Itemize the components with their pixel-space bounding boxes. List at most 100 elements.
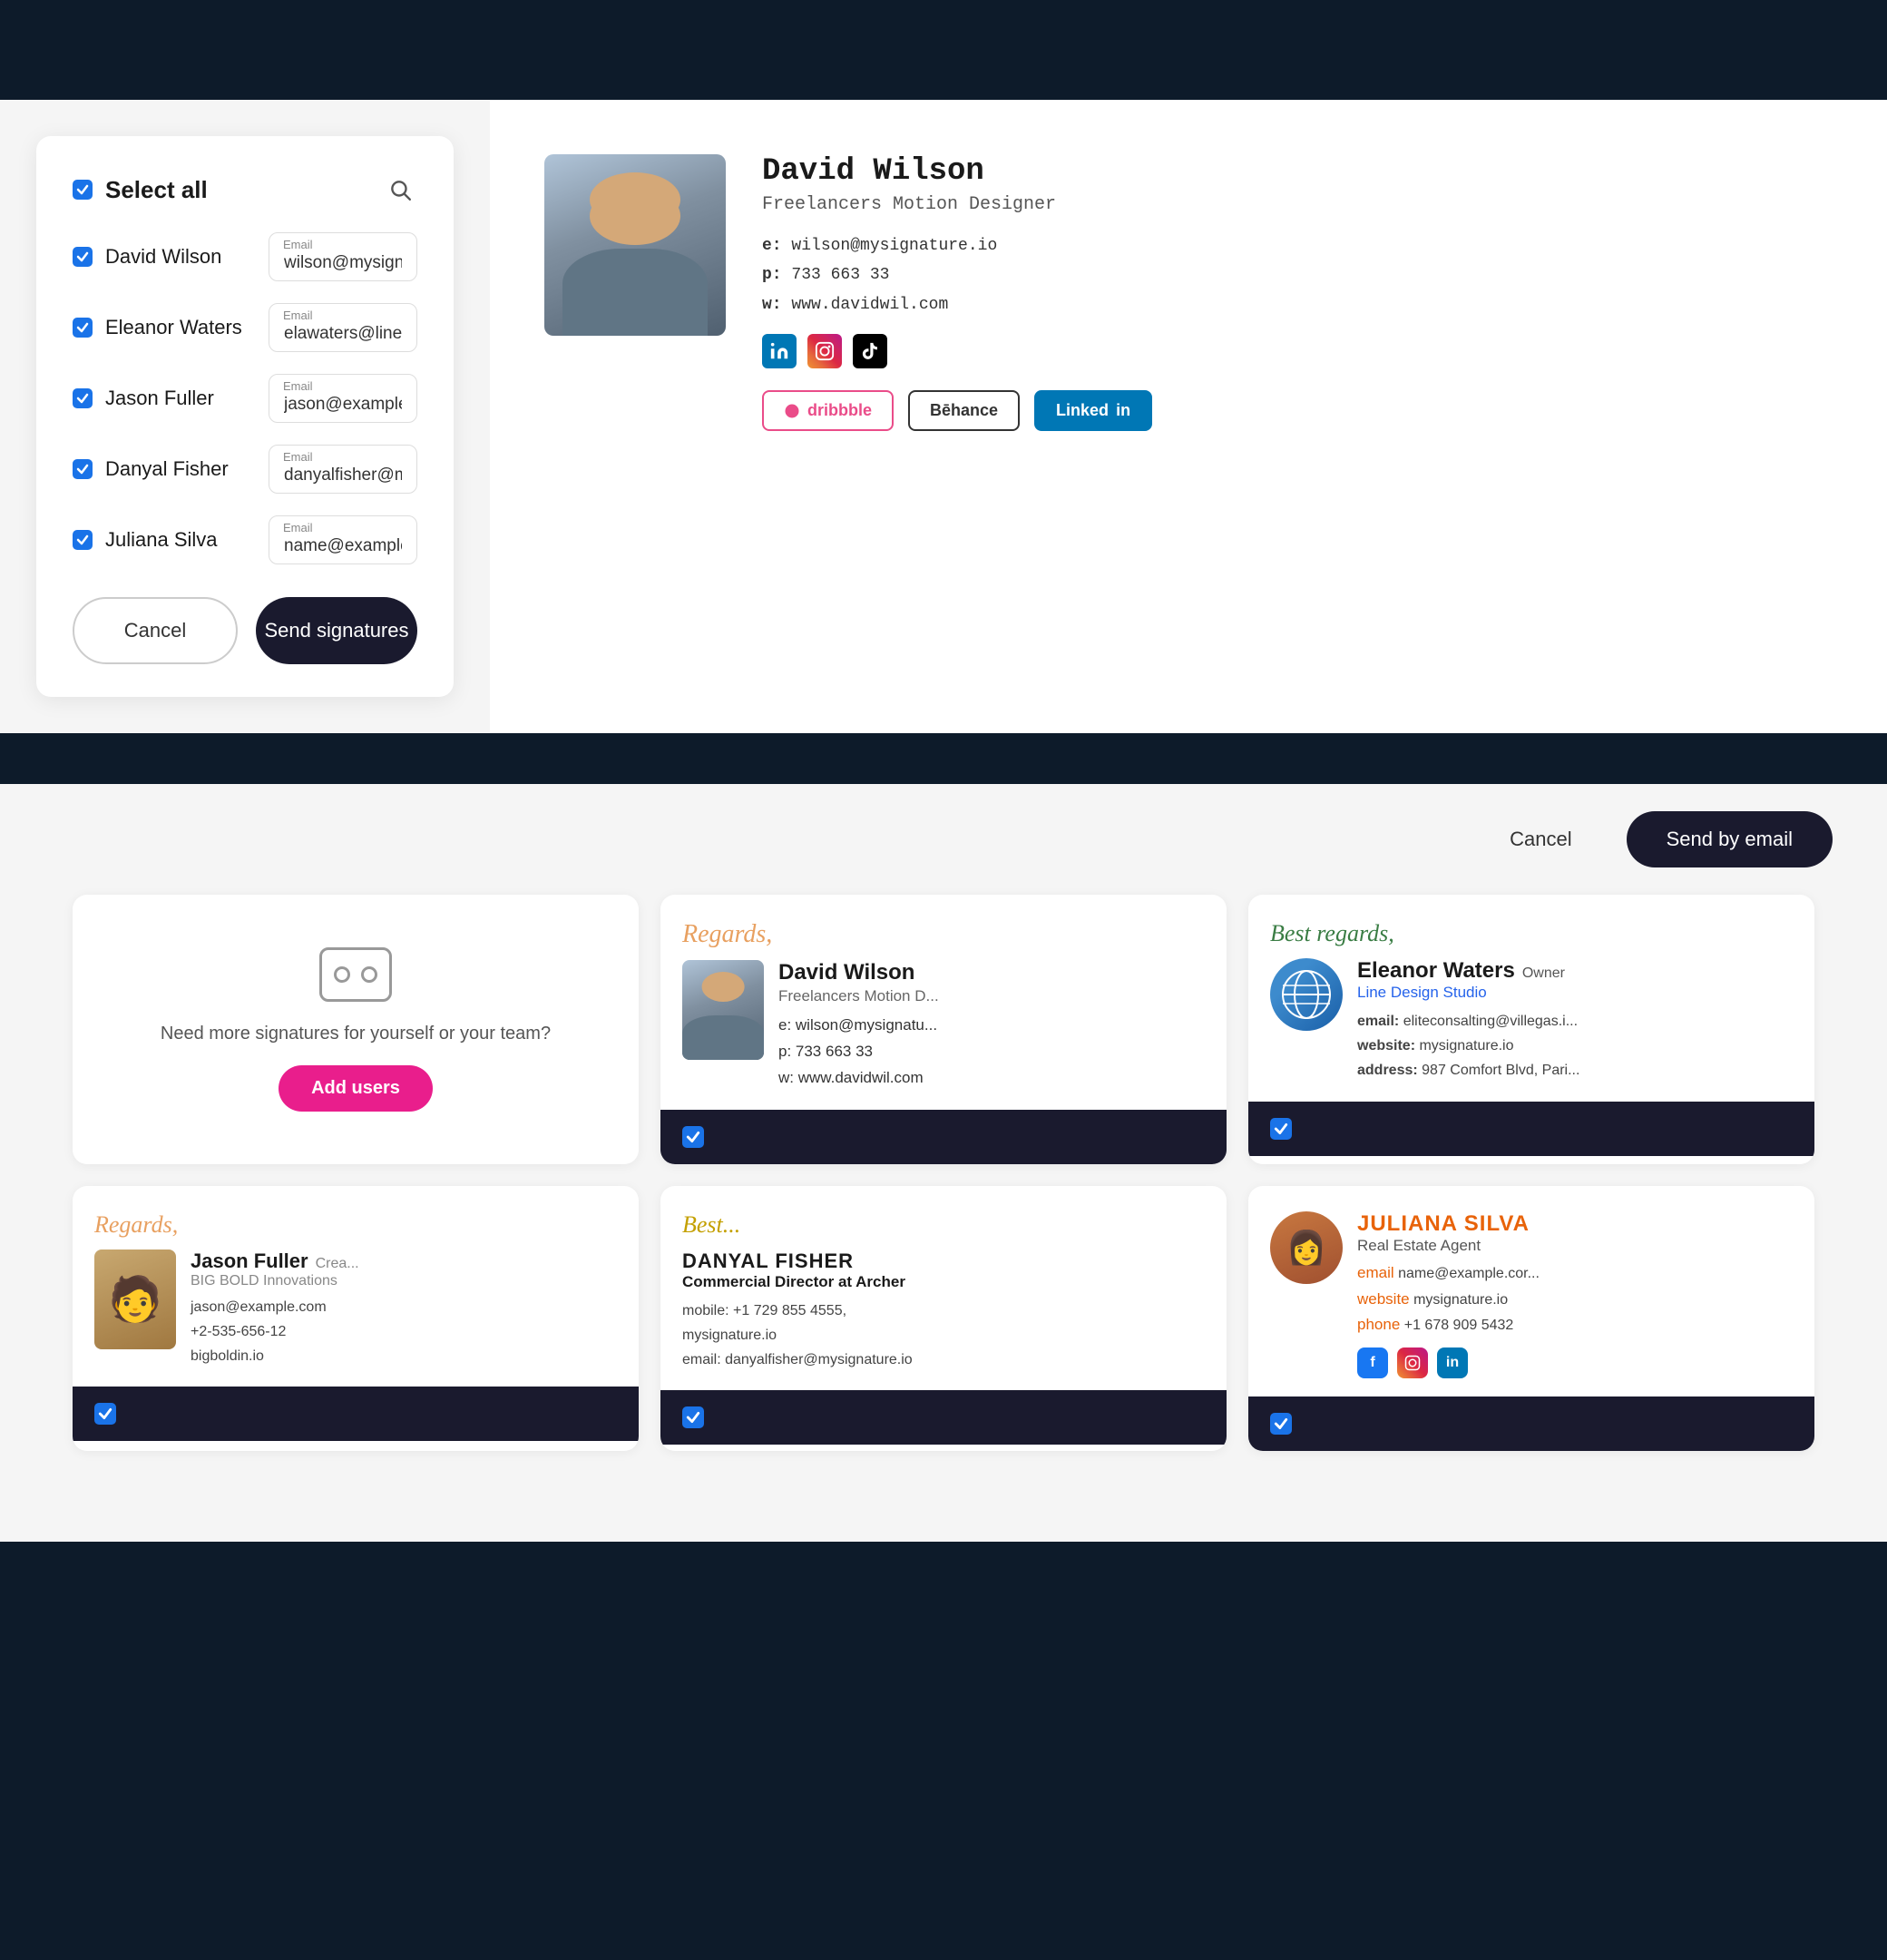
user-row: Jason Fuller Email bbox=[73, 374, 417, 423]
david-email-wrap: Email bbox=[269, 232, 417, 281]
juliana-email-label: Email bbox=[283, 521, 313, 534]
jason-card-name: Jason Fuller bbox=[191, 1250, 308, 1273]
jason-inner: 🧑 Jason Fuller Crea... BIG BOLD Innovati… bbox=[94, 1250, 617, 1369]
danyal-checkbox[interactable] bbox=[73, 459, 93, 479]
juliana-inner: 👩 JULIANA SILVA Real Estate Agent email … bbox=[1270, 1211, 1793, 1379]
user-row: Eleanor Waters Email bbox=[73, 303, 417, 352]
linkedin-icon[interactable] bbox=[762, 334, 797, 368]
user-row: Danyal Fisher Email bbox=[73, 445, 417, 494]
david-email-label: Email bbox=[283, 238, 313, 251]
cancel-email-button[interactable]: Cancel bbox=[1473, 813, 1608, 866]
eleanor-sig-card: Best regards, Elean bbox=[1248, 895, 1814, 1164]
add-users-button[interactable]: Add users bbox=[279, 1065, 433, 1112]
eleanor-card-info: Eleanor Waters Owner Line Design Studio … bbox=[1357, 958, 1579, 1083]
juliana-checkbox[interactable] bbox=[73, 530, 93, 550]
eleanor-regards: Best regards, bbox=[1270, 920, 1793, 947]
juliana-facebook-icon[interactable]: f bbox=[1357, 1348, 1388, 1378]
eleanor-card-checkbox[interactable] bbox=[1270, 1118, 1292, 1140]
david-card-avatar bbox=[682, 960, 764, 1060]
bottom-bar bbox=[0, 1542, 1887, 1651]
cancel-button[interactable]: Cancel bbox=[73, 597, 238, 664]
juliana-instagram-icon[interactable] bbox=[1397, 1348, 1428, 1378]
eleanor-card-body: Best regards, Elean bbox=[1248, 895, 1814, 1102]
sig-phone: 733 663 33 bbox=[791, 266, 889, 284]
danyal-sig-card: Best... DANYAL FISHER Commercial Directo… bbox=[660, 1186, 1227, 1452]
juliana-card-checkbox[interactable] bbox=[1270, 1413, 1292, 1435]
jason-checkbox[interactable] bbox=[73, 388, 93, 408]
select-all-label: Select all bbox=[105, 176, 208, 204]
david-checkbox[interactable] bbox=[73, 247, 93, 267]
juliana-name: Juliana Silva bbox=[105, 528, 269, 552]
juliana-avatar: 👩 bbox=[1270, 1211, 1343, 1284]
instagram-icon[interactable] bbox=[807, 334, 842, 368]
bottom-layout: Cancel Send by email bbox=[0, 784, 1887, 895]
jason-regards: Regards, bbox=[94, 1211, 617, 1239]
david-avatar bbox=[544, 154, 726, 336]
sig-website: www.davidwil.com bbox=[791, 296, 948, 314]
danyal-name: Danyal Fisher bbox=[105, 457, 269, 481]
danyal-email-wrap: Email bbox=[269, 445, 417, 494]
sig-info: David Wilson Freelancers Motion Designer… bbox=[762, 154, 1152, 431]
tiktok-icon[interactable] bbox=[853, 334, 887, 368]
send-by-email-button[interactable]: Send by email bbox=[1627, 811, 1833, 867]
david-card-checkbox[interactable] bbox=[682, 1126, 704, 1148]
danyal-card-title: Commercial Director at Archer bbox=[682, 1273, 1205, 1291]
user-row-left: Eleanor Waters bbox=[73, 316, 269, 339]
cassette-reel-left bbox=[334, 966, 350, 983]
bottom-left-spacer bbox=[0, 784, 490, 895]
user-row-left: Juliana Silva bbox=[73, 528, 269, 552]
sig-cards-grid: Need more signatures for yourself or you… bbox=[36, 895, 1851, 1487]
juliana-social-row: f in bbox=[1357, 1348, 1540, 1378]
divider bbox=[0, 733, 1887, 784]
behance-badge[interactable]: Bēhance bbox=[908, 390, 1020, 431]
user-row: Juliana Silva Email bbox=[73, 515, 417, 564]
select-all-checkbox[interactable] bbox=[73, 180, 93, 200]
cassette-icon bbox=[319, 947, 392, 1002]
search-button[interactable] bbox=[383, 172, 417, 207]
eleanor-card-footer bbox=[1248, 1102, 1814, 1156]
danyal-card-checkbox[interactable] bbox=[682, 1406, 704, 1428]
modal-card: Select all bbox=[36, 136, 454, 697]
add-users-text: Need more signatures for yourself or you… bbox=[161, 1020, 551, 1047]
user-row-left: Jason Fuller bbox=[73, 387, 269, 410]
david-card-name: David Wilson bbox=[778, 960, 939, 985]
jason-card-sub: Crea... bbox=[316, 1256, 359, 1272]
top-bar bbox=[0, 0, 1887, 100]
juliana-card-title: Real Estate Agent bbox=[1357, 1237, 1540, 1255]
send-signatures-button[interactable]: Send signatures bbox=[256, 597, 417, 664]
danyal-card-contact: mobile: +1 729 855 4555, mysignature.io … bbox=[682, 1298, 1205, 1373]
modal-buttons: Cancel Send signatures bbox=[73, 597, 417, 664]
sig-cards-section: Need more signatures for yourself or you… bbox=[0, 895, 1887, 1542]
david-sig-card: Regards, David Wilson Freelancers Motion… bbox=[660, 895, 1227, 1164]
select-all-left: Select all bbox=[73, 176, 208, 204]
left-panel: Select all bbox=[0, 100, 490, 733]
jason-avatar: 🧑 bbox=[94, 1250, 176, 1349]
juliana-card-contact: email name@example.cor... website mysign… bbox=[1357, 1260, 1540, 1339]
jason-card-company: BIG BOLD Innovations bbox=[191, 1273, 359, 1289]
eleanor-card-name: Eleanor Waters bbox=[1357, 958, 1515, 984]
eleanor-name: Eleanor Waters bbox=[105, 316, 269, 339]
danyal-card-name: DANYAL FISHER bbox=[682, 1250, 1205, 1273]
sig-contact: e: wilson@mysignature.io p: 733 663 33 w… bbox=[762, 231, 1152, 319]
juliana-linkedin-icon[interactable]: in bbox=[1437, 1348, 1468, 1378]
eleanor-card-company: Line Design Studio bbox=[1357, 984, 1579, 1002]
eleanor-avatar bbox=[1270, 958, 1343, 1031]
jason-name: Jason Fuller bbox=[105, 387, 269, 410]
signature-preview-panel: David Wilson Freelancers Motion Designer… bbox=[490, 100, 1887, 733]
jason-card-checkbox[interactable] bbox=[94, 1403, 116, 1425]
user-row-left: David Wilson bbox=[73, 245, 269, 269]
signature-preview: David Wilson Freelancers Motion Designer… bbox=[544, 154, 1833, 431]
juliana-card-body: 👩 JULIANA SILVA Real Estate Agent email … bbox=[1248, 1186, 1814, 1397]
platform-badges: dribbble Bēhance Linkedin bbox=[762, 390, 1152, 431]
linkedin-badge[interactable]: Linkedin bbox=[1034, 390, 1152, 431]
jason-card-contact: jason@example.com +2-535-656-12 bigboldi… bbox=[191, 1295, 359, 1369]
cassette-reel-right bbox=[361, 966, 377, 983]
eleanor-checkbox[interactable] bbox=[73, 318, 93, 338]
dribbble-badge[interactable]: dribbble bbox=[762, 390, 894, 431]
eleanor-email-label: Email bbox=[283, 309, 313, 322]
juliana-email-wrap: Email bbox=[269, 515, 417, 564]
david-card-inner: David Wilson Freelancers Motion D... e: … bbox=[682, 960, 1205, 1092]
david-card-body: Regards, David Wilson Freelancers Motion… bbox=[660, 895, 1227, 1110]
jason-sig-card: Regards, 🧑 Jason Fuller Crea... BIG BOLD… bbox=[73, 1186, 639, 1452]
main-layout: Select all bbox=[0, 100, 1887, 733]
